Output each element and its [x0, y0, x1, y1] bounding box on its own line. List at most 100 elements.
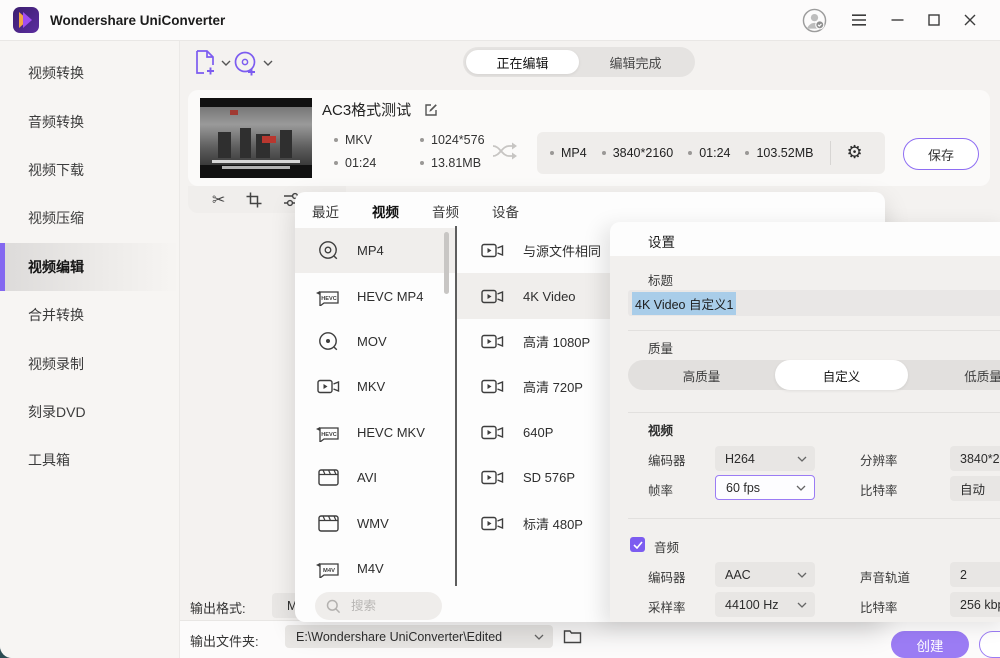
hevc-badge-icon: HEVC: [315, 423, 342, 442]
audio-encoder-label: 编码器: [648, 567, 686, 586]
svg-text:HEVC: HEVC: [321, 296, 337, 302]
video-thumbnail[interactable]: [200, 98, 312, 178]
create-button[interactable]: 创建: [891, 631, 969, 658]
sidebar-item-burn-dvd[interactable]: 刻录DVD: [0, 388, 179, 436]
close-button[interactable]: [964, 14, 976, 26]
quality-custom[interactable]: 自定义: [775, 360, 908, 390]
minimize-button[interactable]: [891, 14, 904, 26]
video-encoder-label: 编码器: [648, 450, 686, 469]
clapperboard-icon: [315, 469, 342, 486]
source-info: MKV 1024*576 01:24 13.81MB: [334, 133, 485, 170]
settings-gear-icon[interactable]: ⚙: [846, 144, 862, 162]
toggle-editing[interactable]: 正在编辑: [466, 50, 579, 74]
title-input[interactable]: 4K Video 自定义1: [628, 290, 1000, 316]
toggle-done[interactable]: 编辑完成: [579, 50, 692, 74]
framerate-dropdown[interactable]: 60 fps: [715, 475, 815, 500]
account-avatar-icon[interactable]: [802, 8, 827, 33]
m4v-badge-icon: M4V: [315, 559, 342, 578]
save-button[interactable]: 保存: [903, 138, 979, 170]
file-card: AC3格式测试 MKV 1024*576 01:24 13.81MB MP4 3…: [188, 90, 990, 186]
video-camera-icon: [479, 515, 506, 532]
video-camera-icon: [315, 378, 342, 395]
output-folder-field[interactable]: E:\Wondershare UniConverter\Edited: [285, 625, 553, 648]
maximize-button[interactable]: [928, 14, 940, 26]
hevc-badge-icon: HEVC: [315, 287, 342, 306]
quicktime-icon: [315, 331, 342, 352]
format-item-wmv[interactable]: WMV: [295, 500, 455, 545]
video-camera-icon: [479, 242, 506, 259]
add-dvd-button[interactable]: [233, 50, 273, 76]
video-camera-icon: [479, 469, 506, 486]
samplerate-label: 采样率: [648, 597, 686, 616]
sidebar-item-toolbox[interactable]: 工具箱: [0, 436, 179, 484]
app-title: Wondershare UniConverter: [50, 13, 225, 28]
sidebar-item-video-edit[interactable]: 视频编辑: [0, 243, 179, 291]
format-item-avi[interactable]: AVI: [295, 455, 455, 500]
chevron-down-icon: [797, 572, 807, 578]
title-bar: Wondershare UniConverter: [0, 0, 1000, 41]
audio-bitrate-label: 比特率: [860, 597, 898, 616]
chevron-down-icon[interactable]: [534, 634, 544, 640]
trim-scissors-icon[interactable]: ✂: [212, 192, 225, 208]
quality-label: 质量: [648, 338, 673, 357]
format-list-scrollbar[interactable]: [444, 232, 449, 294]
output-format-label: 输出格式:: [190, 598, 246, 617]
samplerate-dropdown[interactable]: 44100 Hz: [715, 592, 815, 617]
video-camera-icon: [479, 424, 506, 441]
open-folder-icon[interactable]: [563, 628, 582, 644]
format-item-mov[interactable]: MOV: [295, 319, 455, 364]
resolution-field[interactable]: 3840*2160: [950, 446, 1000, 471]
video-camera-icon: [479, 378, 506, 395]
audio-bitrate-field[interactable]: 256 kbps: [950, 592, 1000, 617]
sidebar-item-video-download[interactable]: 视频下载: [0, 146, 179, 194]
tab-audio[interactable]: 音频: [429, 201, 462, 226]
convert-arrows-icon: [491, 140, 519, 162]
quality-high[interactable]: 高质量: [628, 360, 775, 390]
menu-icon[interactable]: [851, 14, 867, 26]
sidebar-item-audio-convert[interactable]: 音频转换: [0, 97, 179, 145]
format-search-box[interactable]: [315, 592, 442, 620]
audio-encoder-dropdown[interactable]: AAC: [715, 562, 815, 587]
format-item-hevc-mkv[interactable]: HEVC HEVC MKV: [295, 410, 455, 455]
output-folder-label: 输出文件夹:: [190, 631, 259, 650]
selected-text: 4K Video 自定义1: [632, 292, 736, 315]
video-section-label: 视频: [648, 420, 673, 439]
sidebar-item-screen-record[interactable]: 视频录制: [0, 339, 179, 387]
target-format-summary[interactable]: MP4 3840*2160 01:24 103.52MB ⚙: [537, 132, 885, 174]
search-input[interactable]: [349, 598, 431, 614]
resolution-label: 分辨率: [860, 450, 898, 469]
format-item-m4v[interactable]: M4V M4V: [295, 546, 455, 591]
tab-recent[interactable]: 最近: [309, 201, 342, 226]
video-bitrate-field[interactable]: 自动: [950, 476, 1000, 501]
chevron-down-icon: [797, 456, 807, 462]
tab-video[interactable]: 视频: [369, 201, 402, 226]
secondary-action-button[interactable]: [979, 631, 1000, 658]
add-file-button[interactable]: [193, 49, 231, 76]
chevron-down-icon: [221, 60, 231, 66]
sidebar-item-merge-convert[interactable]: 合并转换: [0, 291, 179, 339]
quality-low[interactable]: 低质量: [908, 360, 1000, 390]
add-file-icon: [193, 49, 217, 76]
format-tabs: 最近 视频 音频 设备: [295, 192, 885, 226]
audio-tracks-label: 声音轨道: [860, 567, 910, 586]
rename-icon[interactable]: [423, 102, 439, 118]
sidebar: 视频转换 音频转换 视频下载 视频压缩 视频编辑 合并转换 视频录制 刻录DVD…: [0, 41, 180, 658]
audio-checkbox[interactable]: [630, 537, 645, 552]
svg-text:M4V: M4V: [323, 568, 335, 574]
audio-tracks-field[interactable]: 2: [950, 562, 1000, 587]
format-item-mp4[interactable]: MP4: [295, 228, 455, 273]
settings-title: 设置: [648, 231, 675, 251]
format-item-hevc-mp4[interactable]: HEVC HEVC MP4: [295, 273, 455, 318]
framerate-label: 帧率: [648, 480, 673, 499]
clapperboard-icon: [315, 515, 342, 532]
sidebar-item-video-convert[interactable]: 视频转换: [0, 49, 179, 97]
sidebar-item-video-compress[interactable]: 视频压缩: [0, 194, 179, 242]
tab-device[interactable]: 设备: [489, 201, 522, 226]
audio-section-label: 音频: [654, 537, 679, 556]
format-item-mkv[interactable]: MKV: [295, 364, 455, 409]
video-camera-icon: [479, 333, 506, 350]
chevron-down-icon: [796, 485, 806, 491]
video-encoder-dropdown[interactable]: H264: [715, 446, 815, 471]
crop-icon[interactable]: [246, 192, 262, 208]
app-window: Wondershare UniConverter 视频转换 音频转换 视频下载 …: [0, 0, 1000, 658]
